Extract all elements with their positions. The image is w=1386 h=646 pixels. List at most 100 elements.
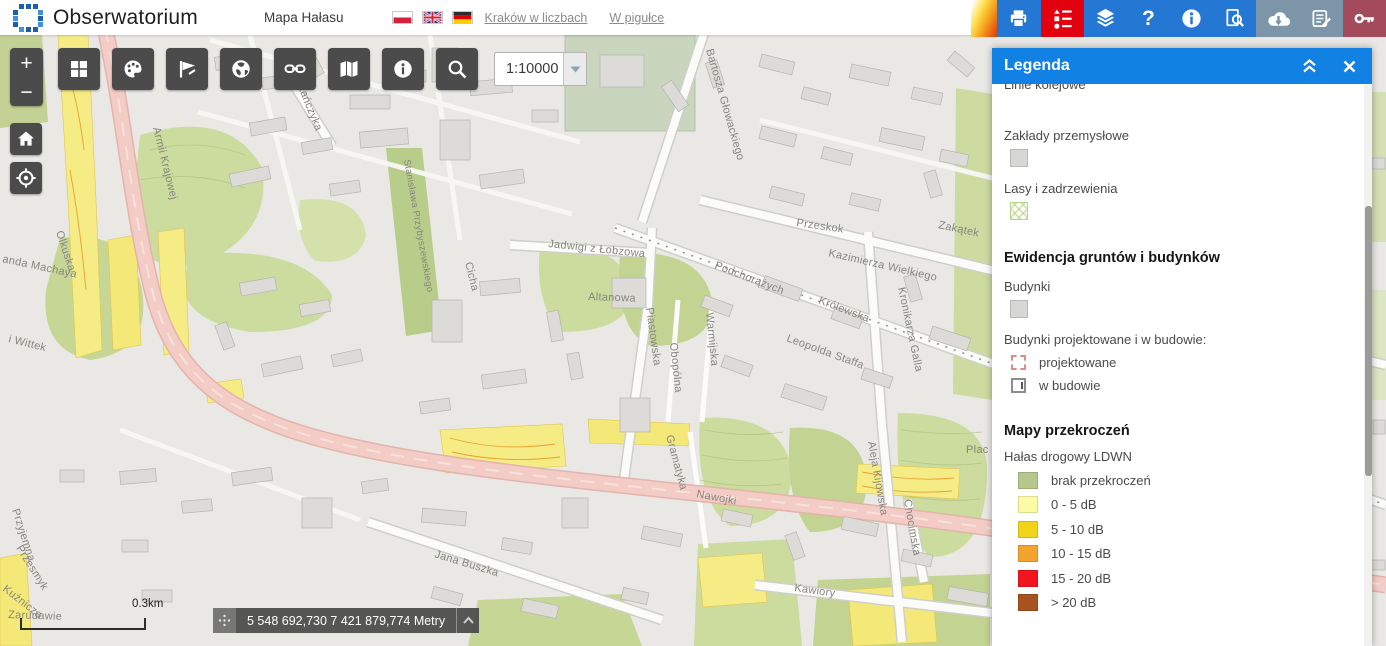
legend-buildings-swatch bbox=[1010, 300, 1028, 318]
basemap-grid-button[interactable] bbox=[58, 48, 100, 90]
coordinate-readout: 5 548 692,730 7 421 879,774 Metry bbox=[236, 608, 456, 633]
legend-item-label: Lasy i zadrzewienia bbox=[1004, 181, 1372, 196]
key-icon bbox=[1352, 6, 1377, 31]
app-title: Obserwatorium bbox=[53, 6, 198, 30]
noise-label: 5 - 10 dB bbox=[1051, 522, 1104, 537]
noise-color-swatch bbox=[1018, 594, 1038, 611]
document-search-icon bbox=[1223, 7, 1246, 30]
zoom-out-button[interactable]: − bbox=[10, 78, 43, 106]
close-icon bbox=[1343, 60, 1356, 73]
print-button[interactable] bbox=[997, 0, 1040, 37]
language-switcher bbox=[392, 11, 473, 24]
legend-item-label: projektowane bbox=[1039, 355, 1116, 370]
grid-icon bbox=[68, 58, 90, 80]
legend-scrollbar-thumb[interactable] bbox=[1365, 206, 1372, 476]
overview-map-button[interactable] bbox=[328, 48, 370, 90]
legend-item-label: Zakłady przemysłowe bbox=[1004, 128, 1372, 143]
document-search-button[interactable] bbox=[1213, 0, 1256, 37]
flag-germany-icon[interactable] bbox=[452, 11, 473, 24]
notes-button[interactable] bbox=[1300, 0, 1343, 37]
info-button[interactable] bbox=[1170, 0, 1213, 37]
scalebar-label: 0.3km bbox=[132, 598, 163, 610]
app-window: Armii Krajowej Stańczyka Bartosza Głowac… bbox=[0, 0, 1386, 646]
legend-row: projektowane bbox=[1004, 355, 1372, 370]
flag-poland-icon[interactable] bbox=[392, 11, 413, 24]
link-w-pigulce[interactable]: W pigułce bbox=[609, 11, 664, 25]
legend-panel: Legenda Linie kolejowe Zakłady przemysło… bbox=[992, 48, 1372, 646]
legend-noise-row: 0 - 5 dB bbox=[1004, 496, 1372, 513]
legend-noise-row: brak przekroczeń bbox=[1004, 472, 1372, 489]
crosshair-dots-icon bbox=[217, 613, 232, 628]
zoom-control: + − bbox=[10, 48, 43, 106]
app-logo-icon bbox=[13, 4, 43, 32]
legend-header: Legenda bbox=[992, 48, 1372, 84]
coordinate-expand-button[interactable] bbox=[456, 608, 479, 633]
palette-icon bbox=[122, 58, 144, 80]
flag-uk-icon[interactable] bbox=[422, 11, 443, 24]
noise-color-swatch bbox=[1018, 496, 1038, 513]
info-circle-icon bbox=[392, 58, 414, 80]
map-icon bbox=[338, 58, 360, 80]
notes-edit-icon bbox=[1310, 7, 1333, 30]
legend-list-icon bbox=[1051, 7, 1074, 30]
scale-select[interactable]: 1:10000 bbox=[494, 52, 587, 86]
locate-me-button[interactable] bbox=[10, 162, 42, 194]
help-button[interactable]: ? bbox=[1127, 0, 1170, 37]
legend-item-label: Budynki projektowane i w budowie: bbox=[1004, 332, 1372, 347]
home-extent-button[interactable] bbox=[10, 123, 42, 155]
share-link-button[interactable] bbox=[274, 48, 316, 90]
legend-noise-row: 15 - 20 dB bbox=[1004, 570, 1372, 587]
legend-item-label: Budynki bbox=[1004, 279, 1372, 294]
style-palette-button[interactable] bbox=[112, 48, 154, 90]
noise-color-swatch bbox=[1018, 545, 1038, 562]
noise-label: 10 - 15 dB bbox=[1051, 546, 1111, 561]
legend-button[interactable] bbox=[1041, 0, 1084, 37]
globe-button[interactable] bbox=[220, 48, 262, 90]
download-button[interactable] bbox=[1256, 0, 1299, 37]
legend-sublayer-label: Hałas drogowy LDWN bbox=[1004, 449, 1372, 464]
login-key-button[interactable] bbox=[1343, 0, 1386, 37]
search-icon bbox=[446, 58, 468, 80]
street-label: Altanowa bbox=[588, 291, 637, 305]
legend-row: w budowie bbox=[1004, 378, 1372, 393]
cloud-download-icon bbox=[1266, 6, 1291, 31]
legend-collapse-button[interactable] bbox=[1298, 55, 1321, 77]
legend-scrollbar bbox=[1364, 84, 1372, 646]
globe-icon bbox=[230, 58, 252, 80]
coordinate-bar: 5 548 692,730 7 421 879,774 Metry bbox=[213, 608, 479, 633]
draw-redline-button[interactable] bbox=[166, 48, 208, 90]
zoom-in-button[interactable]: + bbox=[10, 48, 43, 78]
legend-planned-swatch bbox=[1011, 355, 1026, 370]
info-icon bbox=[1180, 7, 1203, 30]
legend-noise-row: 10 - 15 dB bbox=[1004, 545, 1372, 562]
help-icon: ? bbox=[1142, 7, 1155, 31]
noise-label: 0 - 5 dB bbox=[1051, 497, 1097, 512]
legend-noise-row: > 20 dB bbox=[1004, 594, 1372, 611]
coordinate-crosshair-button[interactable] bbox=[213, 608, 236, 633]
link-krakow-w-liczbach[interactable]: Kraków w liczbach bbox=[485, 11, 588, 25]
printer-icon bbox=[1007, 7, 1030, 30]
legend-item-label: Linie kolejowe bbox=[1004, 84, 1372, 92]
noise-color-swatch bbox=[1018, 472, 1038, 489]
search-button[interactable] bbox=[436, 48, 478, 90]
locate-target-icon bbox=[15, 167, 37, 189]
layers-button[interactable] bbox=[1084, 0, 1127, 37]
chevron-up-icon bbox=[462, 616, 475, 625]
legend-noise-row: 5 - 10 dB bbox=[1004, 521, 1372, 538]
legend-close-button[interactable] bbox=[1339, 56, 1360, 77]
noise-label: 15 - 20 dB bbox=[1051, 571, 1111, 586]
page-title: Mapa Hałasu bbox=[264, 10, 344, 25]
legend-industrial-swatch bbox=[1010, 149, 1028, 167]
draw-flag-icon bbox=[176, 58, 198, 80]
double-chevron-up-icon bbox=[1302, 59, 1317, 73]
noise-color-swatch bbox=[1018, 521, 1038, 538]
identify-info-button[interactable] bbox=[382, 48, 424, 90]
link-icon bbox=[283, 57, 307, 81]
legend-item-label: w budowie bbox=[1039, 378, 1100, 393]
scale-dropdown-button[interactable] bbox=[563, 53, 586, 85]
legend-section-title: Ewidencja gruntów i budynków bbox=[1004, 250, 1372, 266]
legend-title: Legenda bbox=[992, 57, 1298, 75]
noise-label: brak przekroczeń bbox=[1051, 473, 1151, 488]
scale-value: 1:10000 bbox=[495, 61, 563, 77]
legend-content[interactable]: Linie kolejowe Zakłady przemysłowe Lasy … bbox=[992, 84, 1372, 646]
